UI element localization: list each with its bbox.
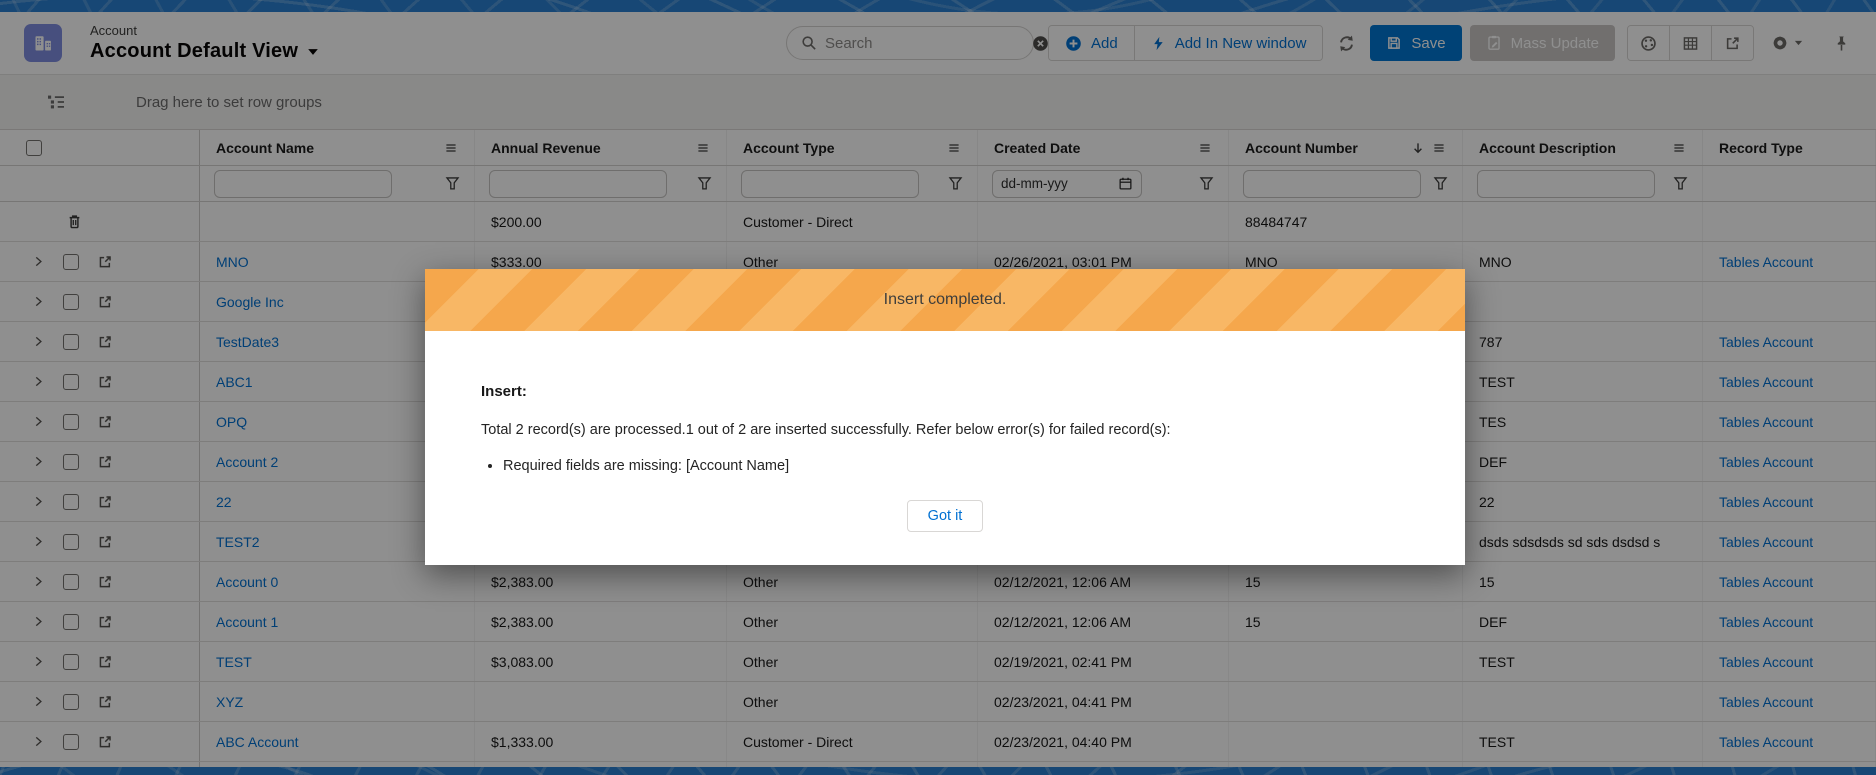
desktop-canvas: { "canvas": { "background": "#2a7fd0" },…: [0, 0, 1876, 775]
error-item: Required fields are missing: [Account Na…: [503, 458, 1409, 474]
insert-summary: Total 2 record(s) are processed.1 out of…: [481, 422, 1409, 438]
insert-result-dialog: Insert completed. Insert: Total 2 record…: [425, 269, 1465, 565]
insert-section-heading: Insert:: [481, 383, 1409, 400]
dialog-body: Insert: Total 2 record(s) are processed.…: [425, 331, 1465, 532]
error-list: Required fields are missing: [Account Na…: [503, 458, 1409, 474]
got-it-button[interactable]: Got it: [907, 500, 984, 532]
dialog-title: Insert completed.: [884, 291, 1007, 309]
dialog-header: Insert completed.: [425, 269, 1465, 331]
